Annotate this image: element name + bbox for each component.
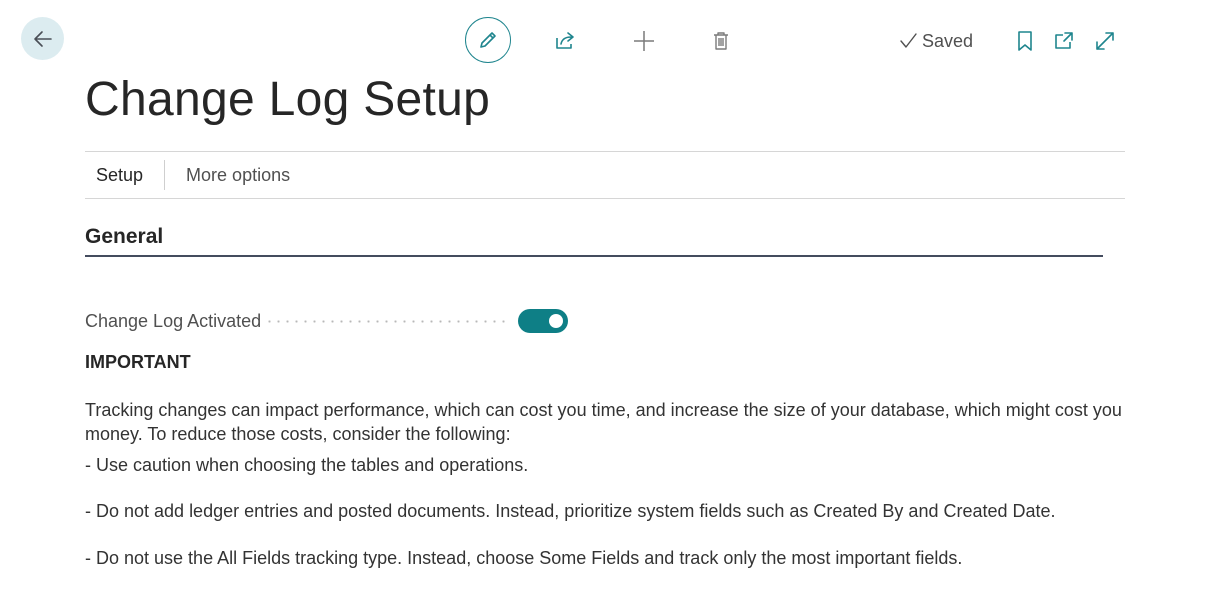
bookmark-icon bbox=[1018, 31, 1032, 51]
edit-button[interactable] bbox=[465, 17, 511, 63]
action-separator bbox=[164, 160, 166, 190]
list-item: - Use caution when choosing the tables a… bbox=[85, 455, 529, 475]
expand-icon bbox=[1096, 32, 1114, 50]
open-new-window-button[interactable] bbox=[1049, 26, 1079, 56]
delete-button[interactable] bbox=[706, 26, 736, 56]
tab-setup[interactable]: Setup bbox=[85, 165, 154, 186]
toggle-knob bbox=[549, 314, 563, 328]
arrow-left-icon bbox=[33, 30, 52, 47]
new-button[interactable] bbox=[629, 26, 659, 56]
change-log-activated-label: Change Log Activated bbox=[85, 311, 262, 331]
bookmark-button[interactable] bbox=[1010, 26, 1040, 56]
open-new-window-icon bbox=[1055, 32, 1073, 49]
expand-button[interactable] bbox=[1090, 26, 1120, 56]
saved-label: Saved bbox=[922, 30, 974, 51]
field-leader-dots bbox=[265, 320, 511, 323]
pencil-icon bbox=[480, 32, 496, 48]
section-header-general[interactable]: General bbox=[85, 225, 1103, 257]
share-button[interactable] bbox=[550, 26, 580, 56]
change-log-activated-toggle[interactable] bbox=[518, 309, 568, 333]
action-bar: Setup More options bbox=[85, 151, 1125, 199]
important-paragraph: Tracking changes can impact performance,… bbox=[85, 400, 1122, 444]
trash-icon bbox=[714, 32, 728, 50]
back-button[interactable] bbox=[21, 17, 64, 60]
important-heading: IMPORTANT bbox=[85, 352, 191, 372]
list-item: - Do not add ledger entries and posted d… bbox=[85, 501, 1056, 521]
share-icon bbox=[556, 32, 574, 49]
list-item: - Do not use the All Fields tracking typ… bbox=[85, 548, 963, 568]
page-title: Change Log Setup bbox=[85, 73, 491, 126]
plus-icon bbox=[634, 31, 654, 51]
more-options-button[interactable]: More options bbox=[175, 165, 301, 186]
saved-status: Saved bbox=[898, 29, 973, 53]
checkmark-icon bbox=[900, 33, 917, 48]
